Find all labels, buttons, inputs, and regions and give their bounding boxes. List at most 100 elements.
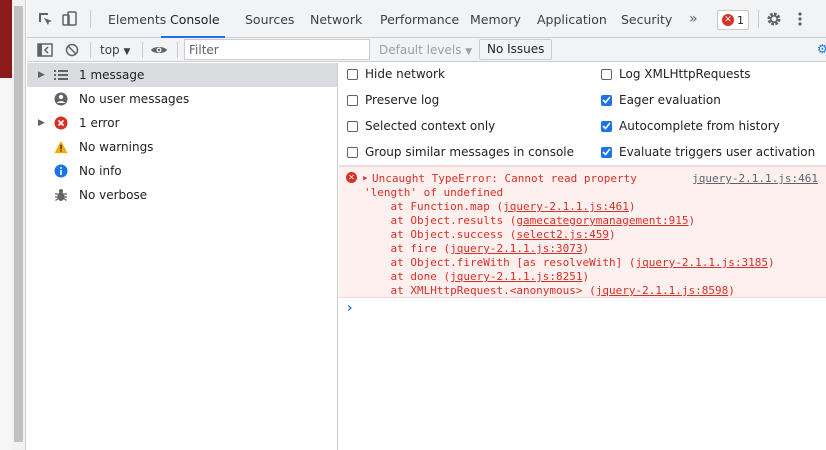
- console-toolbar: top ▼ Default levels ▼ No Issues ⚙: [27, 38, 826, 62]
- checkmark-icon[interactable]: [601, 146, 612, 158]
- context-value: top: [100, 43, 120, 57]
- dropdown-arrow-icon: ▼: [123, 47, 131, 57]
- sidebar-item-user-messages[interactable]: No user messages: [27, 87, 337, 111]
- checkbox-box[interactable]: [347, 94, 358, 106]
- warning-icon: [54, 140, 68, 154]
- sidebar-toggle-icon[interactable]: [35, 40, 55, 60]
- filter-input[interactable]: [184, 39, 370, 60]
- page-scrollbar-thumb[interactable]: [14, 6, 23, 442]
- tab-memory[interactable]: Memory: [470, 0, 521, 38]
- stack-frame-text: ): [609, 228, 616, 241]
- clear-console-icon[interactable]: [62, 40, 82, 60]
- error-expand-arrow-icon[interactable]: ▸: [362, 171, 369, 185]
- selected-context-only-checkbox[interactable]: Selected context only: [347, 115, 495, 137]
- stack-frame-text: at Function.map (: [364, 200, 504, 213]
- tab-elements[interactable]: Elements: [108, 0, 166, 38]
- bug-icon: [54, 188, 68, 202]
- no-issues-button[interactable]: No Issues: [479, 39, 553, 60]
- stack-frame: at Object.results (gamecategorymanagemen…: [364, 214, 695, 228]
- error-message-continued: 'length' of undefined: [364, 186, 504, 199]
- error-count: 1: [737, 13, 744, 27]
- group-similar-checkbox[interactable]: Group similar messages in console: [347, 141, 574, 163]
- sidebar-item-info[interactable]: No info: [27, 159, 337, 183]
- console-settings-icon[interactable]: ⚙: [817, 42, 826, 56]
- eager-evaluation-checkbox[interactable]: Eager evaluation: [601, 89, 721, 111]
- user-icon: [54, 92, 68, 106]
- stack-frame-link[interactable]: jquery-2.1.1.js:8598: [596, 284, 728, 297]
- tab-security[interactable]: Security: [621, 0, 672, 38]
- stack-frame: at done (jquery-2.1.1.js:8251): [364, 270, 589, 284]
- stack-frame: at Function.map (jquery-2.1.1.js:461): [364, 200, 636, 214]
- checkbox-box[interactable]: [347, 120, 358, 132]
- sidebar-item-label: 1 error: [79, 116, 120, 130]
- error-source-link[interactable]: jquery-2.1.1.js:461: [692, 172, 818, 185]
- sidebar-item-warnings[interactable]: No warnings: [27, 135, 337, 159]
- tab-application[interactable]: Application: [537, 0, 607, 38]
- stack-frame-link[interactable]: jquery-2.1.1.js:8251: [450, 270, 582, 283]
- sidebar-item-label: No info: [79, 164, 122, 178]
- stack-frame: at Object.success (select2.js:459): [364, 228, 616, 242]
- devtools-panel: Elements Console Sources Network Perform…: [27, 0, 826, 450]
- info-icon: [54, 164, 68, 178]
- option-label: Selected context only: [365, 119, 496, 133]
- checkbox-box[interactable]: [347, 68, 358, 80]
- stack-frame: at Object.fireWith [as resolveWith] (jqu…: [364, 256, 775, 270]
- live-expression-eye-icon[interactable]: [149, 40, 169, 60]
- tab-sources[interactable]: Sources: [245, 0, 294, 38]
- evaluate-triggers-user-activation-checkbox[interactable]: Evaluate triggers user activation: [601, 141, 815, 163]
- option-label: Evaluate triggers user activation: [619, 145, 816, 159]
- log-xmlhttprequests-checkbox[interactable]: Log XMLHttpRequests: [601, 63, 751, 85]
- option-label: Autocomplete from history: [619, 119, 780, 133]
- page-edge: [0, 0, 12, 450]
- stack-frame-link[interactable]: jquery-2.1.1.js:3185: [636, 256, 768, 269]
- stack-frame: at fire (jquery-2.1.1.js:3073): [364, 242, 589, 256]
- stack-frame-text: ): [767, 256, 775, 269]
- stack-frame-link[interactable]: gamecategorymanagement:915: [516, 214, 688, 227]
- checkbox-box[interactable]: [347, 146, 358, 158]
- stack-frame-link[interactable]: select2.js:459: [516, 228, 609, 241]
- tab-console[interactable]: Console: [161, 0, 225, 38]
- stack-frame-text: at fire (: [364, 242, 451, 255]
- option-label: Eager evaluation: [619, 93, 721, 107]
- autocomplete-from-history-checkbox[interactable]: Autocomplete from history: [601, 115, 780, 137]
- log-levels-select[interactable]: Default levels ▼: [379, 38, 472, 62]
- stack-frame-text: at done (: [364, 270, 451, 283]
- option-label: Hide network: [365, 67, 445, 81]
- log-levels-value: Default levels: [379, 43, 462, 57]
- stack-frame-text: at XMLHttpRequest.<anonymous> (: [364, 284, 596, 297]
- error-count-badge[interactable]: ✕ 1: [717, 10, 749, 30]
- console-sidebar: ▶ 1 message No user messages ▶ 1 error N…: [27, 63, 338, 450]
- list-icon: [54, 68, 68, 82]
- checkbox-box[interactable]: [601, 68, 612, 80]
- stack-frame-text: ): [628, 200, 636, 213]
- stack-frame-link[interactable]: jquery-2.1.1.js:461: [503, 200, 629, 213]
- tab-performance[interactable]: Performance: [380, 0, 459, 38]
- hide-network-checkbox[interactable]: Hide network: [347, 63, 445, 85]
- context-select[interactable]: top ▼: [100, 38, 130, 62]
- console-prompt[interactable]: ›: [347, 301, 352, 316]
- checkmark-icon[interactable]: [601, 94, 612, 106]
- preserve-log-checkbox[interactable]: Preserve log: [347, 89, 439, 111]
- more-options-icon[interactable]: [790, 9, 810, 29]
- sidebar-item-errors[interactable]: ▶ 1 error: [27, 111, 337, 135]
- stack-frame: at XMLHttpRequest.<anonymous> (jquery-2.…: [364, 284, 735, 298]
- expand-arrow-icon[interactable]: ▶: [38, 118, 46, 128]
- settings-gear-icon[interactable]: [764, 9, 784, 29]
- stack-frame-text: at Object.fireWith [as resolveWith] (: [364, 256, 636, 269]
- stack-frame-link[interactable]: jquery-2.1.1.js:3073: [450, 242, 582, 255]
- expand-arrow-icon[interactable]: ▶: [38, 70, 46, 80]
- error-icon: ✕: [722, 14, 734, 26]
- sidebar-item-messages[interactable]: ▶ 1 message: [27, 63, 337, 87]
- inspect-element-icon[interactable]: [35, 9, 55, 29]
- tab-network[interactable]: Network: [310, 0, 362, 38]
- stack-frame-text: at Object.success (: [364, 228, 517, 241]
- stack-frame-text: ): [728, 284, 735, 297]
- checkmark-icon[interactable]: [601, 120, 612, 132]
- option-label: Preserve log: [365, 93, 440, 107]
- sidebar-item-verbose[interactable]: No verbose: [27, 183, 337, 207]
- device-toolbar-icon[interactable]: [60, 9, 80, 29]
- more-tabs-button[interactable]: »: [689, 0, 698, 38]
- dropdown-arrow-icon: ▼: [465, 47, 473, 57]
- stack-frame-text: ): [582, 270, 590, 283]
- console-pane: Hide network Preserve log Selected conte…: [339, 63, 826, 450]
